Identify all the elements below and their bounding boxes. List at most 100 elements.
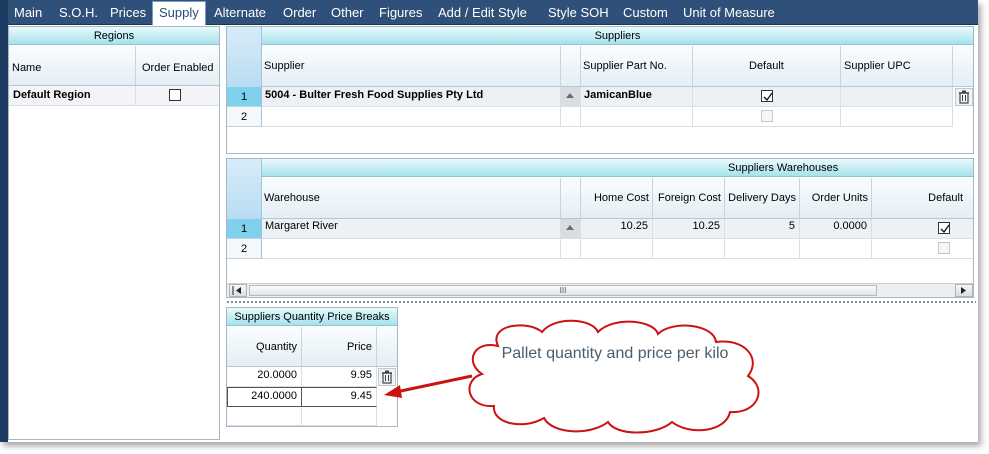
menu-item-supply[interactable]: Supply [152,1,206,25]
warehouse-name-cell[interactable] [262,239,561,259]
warehouse-order-units-cell[interactable]: 0.0000 [800,219,872,239]
supplier-name-cell[interactable] [262,107,561,127]
warehouse-home-cost-cell[interactable] [581,239,653,259]
menu-item-custom[interactable]: Custom [623,0,668,25]
warehouses-col-default[interactable]: Default [872,178,973,219]
suppliers-row-number[interactable]: 1 [227,87,262,107]
price-breaks-grid: Suppliers Quantity Price Breaks Quantity… [226,307,398,427]
warehouse-default-cell[interactable] [872,219,973,239]
supplier-part-no-cell[interactable]: JamicanBlue [581,87,693,107]
regions-col-order-enabled[interactable]: Order Enabled [136,46,219,86]
supplier-dropdown-cell[interactable] [561,107,581,127]
warehouse-foreign-cost-cell[interactable]: 10.25 [653,219,725,239]
menu-item-order[interactable]: Order [283,0,316,25]
supplier-upc-cell[interactable] [841,107,953,127]
warehouse-default-checkbox[interactable] [938,242,950,254]
warehouse-dropdown-cell[interactable] [561,239,581,259]
warehouses-col-foreign-cost-label: Foreign Cost [658,192,721,204]
check-icon [940,224,950,234]
price-breaks-col-price-label: Price [346,341,372,353]
warehouses-col-order-units-label: Order Units [811,192,868,204]
panel-splitter[interactable] [226,300,976,304]
warehouse-name-cell[interactable]: Margaret River [262,219,561,239]
suppliers-col-upc[interactable]: Supplier UPC [841,46,953,87]
suppliers-col-supplier[interactable]: Supplier [262,46,561,87]
window-left-border [0,0,8,442]
scroll-left-button[interactable] [229,284,247,297]
supplier-part-no-cell[interactable] [581,107,693,127]
menu-item-unit-of-measure[interactable]: Unit of Measure [683,0,775,25]
suppliers-col-supplier-label: Supplier [264,60,305,72]
suppliers-corner-header [227,27,262,87]
suppliers-col-upc-label: Supplier UPC [844,60,911,72]
price-break-quantity-cell[interactable]: 240.0000 [227,387,302,407]
price-breaks-col-price[interactable]: Price [302,327,377,367]
region-order-enabled-cell[interactable] [136,86,219,106]
order-enabled-checkbox[interactable] [169,89,181,101]
warehouses-col-delivery-days[interactable]: Delivery Days [725,178,800,219]
callout-arrow-icon [384,374,473,398]
warehouse-dropdown-button[interactable] [561,219,581,239]
warehouses-row-number[interactable]: 2 [227,239,262,259]
menu-item-main[interactable]: Main [14,0,42,25]
menu-item-add-edit-style[interactable]: Add / Edit Style [438,0,527,25]
suppliers-col-part-no-label: Supplier Part No. [583,60,667,72]
scroll-right-button[interactable] [955,284,973,297]
warehouses-row-number[interactable]: 1 [227,219,262,239]
delete-supplier-button[interactable] [955,88,973,106]
menu-item-prices[interactable]: Prices [110,0,146,25]
warehouses-grid: Suppliers Warehouses Warehouse Home Cost… [226,158,974,298]
region-name-cell[interactable]: Default Region [9,86,136,106]
supplier-default-checkbox[interactable] [761,90,773,102]
arrow-right-icon [961,287,966,294]
price-break-quantity-cell[interactable] [227,407,302,426]
price-breaks-col-quantity[interactable]: Quantity [227,327,302,367]
chevron-up-icon [566,93,574,98]
menu-item-soh[interactable]: S.O.H. [59,0,98,25]
price-break-price-cell[interactable]: 9.45 [302,387,377,407]
supplier-default-cell[interactable] [693,87,841,107]
warehouses-col-default-label: Default [928,192,963,204]
suppliers-col-part-no[interactable]: Supplier Part No. [581,46,693,87]
supplier-upc-cell[interactable] [841,87,953,107]
price-break-price-cell[interactable]: 9.95 [302,367,377,387]
menu-item-style-soh[interactable]: Style SOH [548,0,609,25]
suppliers-row-number[interactable]: 2 [227,107,262,127]
warehouses-col-delivery-days-label: Delivery Days [728,192,796,204]
warehouses-col-warehouse[interactable]: Warehouse [262,178,561,219]
price-breaks-title: Suppliers Quantity Price Breaks [227,308,397,326]
menu-item-figures[interactable]: Figures [379,0,422,25]
supplier-default-cell[interactable] [693,107,841,127]
regions-grid: Regions Name Order Enabled Default Regio… [8,26,220,440]
price-breaks-col-actions [377,327,397,367]
supplier-name-cell[interactable]: 5004 - Bulter Fresh Food Supplies Pty Lt… [262,87,561,107]
regions-col-order-enabled-label: Order Enabled [142,62,214,74]
warehouse-delivery-days-cell[interactable]: 5 [725,219,800,239]
warehouses-col-order-units[interactable]: Order Units [800,178,872,219]
scroll-thumb[interactable]: III [249,285,877,296]
suppliers-col-default[interactable]: Default [693,46,841,87]
callout-text: Pallet quantity and price per kilo [501,345,729,362]
supplier-dropdown-button[interactable] [561,87,581,107]
warehouses-corner-header [227,159,262,219]
supplier-default-checkbox[interactable] [761,110,773,122]
warehouse-home-cost-cell[interactable]: 10.25 [581,219,653,239]
warehouses-col-foreign-cost[interactable]: Foreign Cost [653,178,725,219]
application-window: Main S.O.H. Prices Supply Alternate Orde… [0,0,978,442]
suppliers-col-dropdown [561,46,581,87]
menu-item-other[interactable]: Other [331,0,364,25]
regions-col-name[interactable]: Name [9,46,136,86]
warehouse-default-checkbox[interactable] [938,222,950,234]
warehouse-foreign-cost-cell[interactable] [653,239,725,259]
price-break-quantity-cell[interactable]: 20.0000 [227,367,302,387]
warehouses-col-home-cost[interactable]: Home Cost [581,178,653,219]
suppliers-col-default-label: Default [749,60,784,72]
warehouse-order-units-cell[interactable] [800,239,872,259]
warehouses-col-home-cost-label: Home Cost [593,192,649,204]
warehouse-default-cell[interactable] [872,239,973,259]
menu-item-alternate[interactable]: Alternate [214,0,266,25]
price-break-price-cell[interactable] [302,407,377,426]
arrow-left-icon [232,286,241,295]
warehouses-horizontal-scrollbar[interactable]: III [227,283,973,297]
warehouse-delivery-days-cell[interactable] [725,239,800,259]
